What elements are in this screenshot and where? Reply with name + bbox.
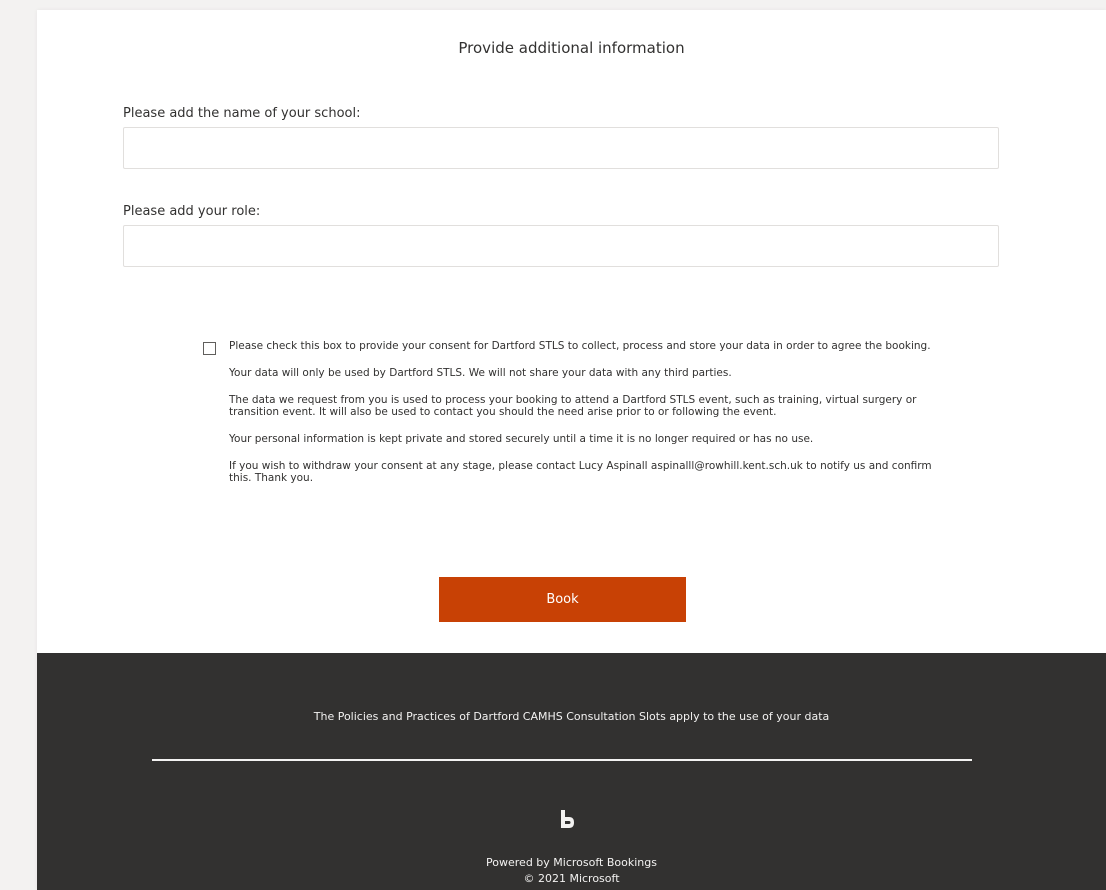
book-button[interactable]: Book (439, 577, 686, 622)
section-title: Provide additional information (458, 39, 685, 57)
consent-paragraph: Please check this box to provide your co… (229, 340, 931, 352)
school-input[interactable] (123, 127, 999, 169)
powered-by-text: Powered by Microsoft Bookings (486, 856, 657, 869)
consent-paragraph: Your personal information is kept privat… (229, 433, 814, 445)
consent-paragraph: Your data will only be used by Dartford … (229, 367, 732, 379)
copyright-text: © 2021 Microsoft (523, 872, 620, 885)
consent-paragraph: The data we request from you is used to … (229, 394, 917, 418)
additional-info-form: Provide additional information Please ad… (37, 10, 1106, 653)
consent-paragraph: If you wish to withdraw your consent at … (229, 460, 932, 484)
school-label: Please add the name of your school: (123, 106, 361, 121)
microsoft-bookings-icon (561, 810, 574, 828)
footer-divider (152, 759, 972, 761)
role-label: Please add your role: (123, 204, 261, 219)
footer-policy-text: The Policies and Practices of Dartford C… (313, 710, 830, 723)
consent-checkbox[interactable] (203, 342, 216, 355)
role-input[interactable] (123, 225, 999, 267)
consent-text: Please check this box to provide your co… (229, 340, 949, 499)
footer: The Policies and Practices of Dartford C… (37, 653, 1106, 890)
booking-page: Provide additional information Please ad… (37, 10, 1106, 890)
